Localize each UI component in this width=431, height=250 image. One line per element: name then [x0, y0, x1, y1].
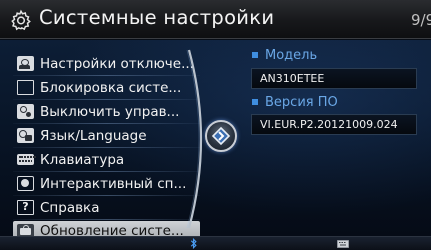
menu-item-label: Блокировка систе... [40, 79, 182, 96]
diamond-arrow-icon [211, 126, 231, 146]
bluetooth-icon [190, 238, 197, 249]
gear-icon [11, 9, 31, 31]
menu-item-label: Язык/Language [40, 127, 147, 144]
menu-item-label: Справка [40, 199, 100, 216]
bullet-square-icon [252, 51, 258, 58]
page-indicator: 9/9 [411, 11, 431, 29]
menu-item-disable-control[interactable]: Выключить управ... [13, 101, 200, 122]
menu-item-label: Интерактивный сп... [40, 175, 187, 192]
menu-item-shutdown-settings[interactable]: Настройки отключе... [13, 53, 200, 74]
power-off-settings-icon [17, 56, 34, 71]
page-title: Системные настройки [39, 6, 275, 29]
interactive-guide-icon [17, 176, 34, 191]
software-version-value-field: VI.EUR.P2.20121009.024 [251, 114, 417, 135]
menu-item-label: Настройки отключе... [40, 55, 194, 72]
menu-item-interactive-guide[interactable]: Интерактивный сп... [13, 173, 200, 194]
menu-item-system-update[interactable]: Обновление систе... [13, 221, 200, 236]
software-version-label: Версия ПО [252, 95, 338, 110]
main-panel: Настройки отключе... Блокировка систе...… [0, 40, 431, 236]
divider [13, 171, 200, 172]
bullet-square-icon [252, 98, 258, 105]
checkbox-icon [17, 80, 34, 95]
menu-item-help[interactable]: ? Справка [13, 197, 200, 218]
divider [13, 147, 200, 148]
divider [13, 75, 200, 76]
keyboard-icon [17, 154, 36, 165]
menu-item-label: Обновление систе... [40, 223, 184, 236]
divider [13, 99, 200, 100]
menu-item-keyboard[interactable]: Клавиатура [13, 149, 200, 170]
menu-item-language[interactable]: Язык/Language [13, 125, 200, 146]
steering-control-icon [17, 104, 34, 119]
menu-item-label: Клавиатура [40, 151, 125, 168]
title-bar: Системные настройки 9/9 [0, 0, 431, 39]
keyboard-status-icon [337, 240, 349, 248]
menu-item-system-lock[interactable]: Блокировка систе... [13, 77, 200, 98]
model-label: Модель [252, 48, 317, 63]
system-update-icon [17, 223, 34, 236]
status-bar [0, 236, 431, 250]
rotary-scroll-knob[interactable] [205, 120, 237, 152]
help-icon: ? [17, 200, 34, 215]
menu-item-label: Выключить управ... [40, 103, 180, 120]
divider [13, 123, 200, 124]
divider [13, 219, 200, 220]
model-value-field: AN310ETEE [251, 68, 417, 89]
language-globe-icon [17, 128, 34, 143]
divider [13, 195, 200, 196]
